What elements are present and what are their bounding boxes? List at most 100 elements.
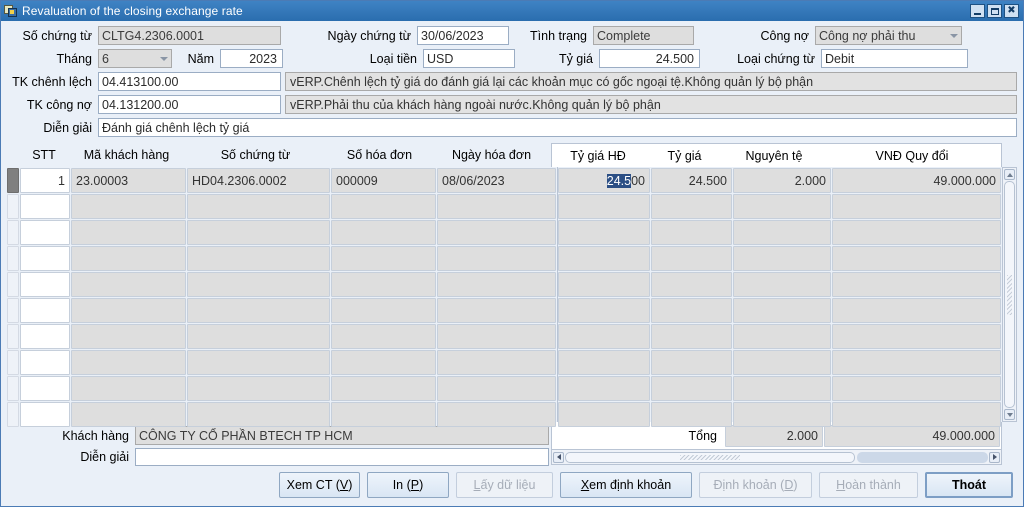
cell-ma-khach-hang[interactable]: 23.00003 [71,168,186,193]
cell-nguyen-te[interactable] [733,194,831,219]
cell-ty-gia-hd[interactable] [558,402,650,427]
ngay-chung-tu-field[interactable]: 30/06/2023 [417,26,509,45]
cell-so-hoa-don[interactable]: 000009 [331,168,436,193]
cell-ty-gia-hd[interactable] [558,194,650,219]
column-header-stt[interactable]: STT [19,143,69,167]
table-row[interactable]: 1 23.00003 HD04.2306.0002 000009 08/06/2023 [7,167,557,193]
tk-cong-no-field[interactable]: 04.131200.00 [98,95,281,114]
row-selector[interactable] [7,402,19,427]
column-header-vnd-quy-doi[interactable]: VNĐ Quy đổi [823,144,1001,167]
cell-ty-gia[interactable] [651,350,732,375]
cell-ty-gia-hd[interactable] [558,298,650,323]
in-button[interactable]: In (P) [367,472,449,498]
cell-ty-gia[interactable] [651,246,732,271]
column-header-ngay-hoa-don[interactable]: Ngày hóa đơn [432,143,551,167]
thoat-button[interactable]: Thoát [925,472,1013,498]
hoan-thanh-button[interactable]: Hoàn thành [819,472,918,498]
cell-so-chung-tu[interactable] [187,272,330,297]
cell-nguyen-te[interactable] [733,246,831,271]
table-row[interactable] [558,323,1002,349]
cell-ma-khach-hang[interactable] [71,402,186,427]
khach-hang-field[interactable]: CÔNG TY CỔ PHẦN BTECH TP HCM [135,426,549,445]
cell-ma-khach-hang[interactable] [71,350,186,375]
row-selector[interactable] [7,376,19,401]
cell-so-chung-tu[interactable] [187,298,330,323]
table-row[interactable] [558,297,1002,323]
table-row[interactable] [558,245,1002,271]
cell-vnd-quy-doi[interactable] [832,246,1001,271]
cell-stt[interactable] [20,298,70,323]
table-row[interactable] [7,271,557,297]
cell-ma-khach-hang[interactable] [71,272,186,297]
minimize-icon[interactable] [970,4,985,18]
cell-vnd-quy-doi[interactable]: 49.000.000 [832,168,1001,193]
cell-nguyen-te[interactable] [733,376,831,401]
loai-chung-tu-field[interactable]: Debit [821,49,968,68]
cell-so-hoa-don[interactable] [331,350,436,375]
cell-ngay-hoa-don[interactable] [437,220,556,245]
cell-ty-gia[interactable] [651,402,732,427]
cell-vnd-quy-doi[interactable] [832,402,1001,427]
dien-giai-header-field[interactable]: Đánh giá chênh lệch tỷ giá [98,118,1017,137]
cell-vnd-quy-doi[interactable] [832,194,1001,219]
row-selector[interactable] [7,194,19,219]
row-selector[interactable] [7,350,19,375]
cell-nguyen-te[interactable] [733,402,831,427]
cell-ty-gia-hd[interactable]: 24.5 00 [558,168,650,193]
row-selector[interactable] [7,220,19,245]
cell-stt[interactable] [20,376,70,401]
scroll-down-icon[interactable] [1004,409,1015,420]
cell-so-chung-tu[interactable] [187,220,330,245]
dien-giai-detail-field[interactable] [135,448,549,466]
cell-ngay-hoa-don[interactable] [437,298,556,323]
cell-ty-gia[interactable] [651,376,732,401]
cell-so-hoa-don[interactable] [331,402,436,427]
cell-so-chung-tu[interactable] [187,350,330,375]
cell-so-chung-tu[interactable] [187,402,330,427]
xem-ct-button[interactable]: Xem CT (V) [279,472,360,498]
cell-so-hoa-don[interactable] [331,376,436,401]
table-row[interactable] [7,401,557,427]
cell-stt[interactable] [20,324,70,349]
column-header-nguyen-te[interactable]: Nguyên tệ [725,144,823,167]
cell-so-chung-tu[interactable] [187,376,330,401]
column-header-ty-gia-hd[interactable]: Tỷ giá HĐ [552,144,644,167]
grid-vertical-scrollbar[interactable] [1003,167,1017,422]
column-header-so-chung-tu[interactable]: Số chứng từ [184,143,327,167]
table-row[interactable] [7,323,557,349]
cell-ngay-hoa-don[interactable] [437,324,556,349]
cell-stt[interactable] [20,220,70,245]
table-row[interactable] [7,193,557,219]
tk-chenh-lech-field[interactable]: 04.413100.00 [98,72,281,91]
cell-ngay-hoa-don[interactable] [437,350,556,375]
cell-ma-khach-hang[interactable] [71,324,186,349]
cell-ty-gia[interactable]: 24.500 [651,168,732,193]
maximize-icon[interactable] [987,4,1002,18]
cell-nguyen-te[interactable]: 2.000 [733,168,831,193]
column-header-so-hoa-don[interactable]: Số hóa đơn [327,143,432,167]
grid-horizontal-scrollbar[interactable] [551,449,1002,465]
row-selector[interactable] [7,246,19,271]
cell-ngay-hoa-don[interactable] [437,246,556,271]
row-selector[interactable] [7,272,19,297]
table-row[interactable] [558,375,1002,401]
cell-vnd-quy-doi[interactable] [832,350,1001,375]
cell-so-hoa-don[interactable] [331,220,436,245]
cell-ty-gia[interactable] [651,194,732,219]
cell-stt[interactable] [20,194,70,219]
lay-du-lieu-button[interactable]: Lấy dữ liệu [456,472,553,498]
cell-so-hoa-don[interactable] [331,298,436,323]
ty-gia-field[interactable]: 24.500 [599,49,700,68]
cell-ty-gia[interactable] [651,324,732,349]
loai-tien-field[interactable]: USD [423,49,515,68]
cell-ngay-hoa-don[interactable] [437,376,556,401]
row-selector[interactable] [7,324,19,349]
scroll-left-icon[interactable] [553,451,564,463]
cell-ngay-hoa-don[interactable] [437,272,556,297]
cell-nguyen-te[interactable] [733,298,831,323]
cell-nguyen-te[interactable] [733,272,831,297]
cell-nguyen-te[interactable] [733,350,831,375]
cell-stt[interactable] [20,246,70,271]
cell-ngay-hoa-don[interactable]: 08/06/2023 [437,168,556,193]
cell-stt[interactable] [20,272,70,297]
